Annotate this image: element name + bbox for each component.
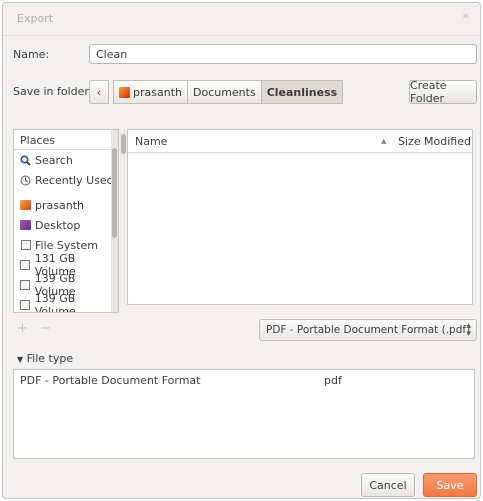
places-header[interactable]: Places xyxy=(14,130,118,150)
home-folder-icon xyxy=(119,86,130,98)
drive-icon xyxy=(20,240,31,251)
filename-input[interactable] xyxy=(89,44,477,64)
remove-bookmark-icon[interactable]: − xyxy=(40,321,51,336)
file-type-extension: pdf xyxy=(324,374,342,387)
column-modified[interactable]: Modified xyxy=(424,135,471,148)
title-bar: Export × xyxy=(3,3,480,36)
places-item-label: File System xyxy=(35,238,98,252)
file-type-name: PDF - Portable Document Format xyxy=(20,374,201,387)
drive-icon xyxy=(20,260,31,271)
places-scrollbar[interactable] xyxy=(111,130,118,312)
file-filter-select[interactable]: PDF - Portable Document Format (.pdf) ▴ ▾ xyxy=(259,319,477,341)
places-header-label: Places xyxy=(20,134,55,147)
places-item-label: Desktop xyxy=(35,218,81,232)
path-segment-label: prasanth xyxy=(133,85,182,99)
drive-icon xyxy=(20,280,31,291)
spin-arrows-icon: ▴ ▾ xyxy=(466,321,471,339)
desktop-icon xyxy=(20,220,31,231)
scrollbar-thumb[interactable] xyxy=(121,134,126,154)
path-bar: ‹ prasanth Documents Cleanliness xyxy=(89,80,344,104)
path-segment-label: Cleanliness xyxy=(266,85,338,99)
name-label: Name: xyxy=(13,48,50,61)
list-item[interactable]: PDF - Portable Document Format pdf xyxy=(14,370,474,390)
column-size[interactable]: Size xyxy=(398,135,421,148)
places-item-search[interactable]: Search xyxy=(14,150,118,170)
chevron-left-icon: ‹ xyxy=(96,85,102,99)
add-bookmark-icon[interactable]: + xyxy=(17,321,28,336)
cancel-button[interactable]: Cancel xyxy=(361,473,415,497)
path-segment-prasanth[interactable]: prasanth xyxy=(113,80,188,104)
places-add-remove: + − xyxy=(17,321,51,336)
file-filter-value: PDF - Portable Document Format (.pdf) xyxy=(266,324,471,336)
create-folder-label: Create Folder xyxy=(410,79,447,105)
file-list-scrollbar[interactable] xyxy=(120,130,127,304)
file-list: Name ▲ Size Modified xyxy=(120,129,473,305)
file-list-header: Name ▲ Size Modified xyxy=(128,130,472,153)
clock-icon xyxy=(20,175,31,186)
places-item-desktop[interactable]: Desktop xyxy=(14,215,118,235)
file-type-expander[interactable]: ▼ File type xyxy=(17,352,73,365)
path-segment-documents[interactable]: Documents xyxy=(186,80,262,104)
cancel-label: Cancel xyxy=(369,478,407,492)
places-item-volume[interactable]: 139 GB Volume xyxy=(14,292,118,313)
save-in-folder-label: Save in folder: xyxy=(13,85,93,98)
places-item-label: Search xyxy=(35,153,73,167)
sort-ascending-icon: ▲ xyxy=(381,137,387,145)
path-segment-label: Documents xyxy=(192,85,256,99)
path-back-button[interactable]: ‹ xyxy=(89,80,109,104)
places-item-label: Recently Used xyxy=(35,173,114,187)
window-title: Export xyxy=(17,12,54,25)
expander-arrow-icon: ▼ xyxy=(17,355,24,364)
file-type-label: File type xyxy=(26,352,74,365)
places-panel: Places Search Recently Used prasanth Des… xyxy=(13,129,119,313)
places-item-label: prasanth xyxy=(35,198,84,212)
places-item-prasanth[interactable]: prasanth xyxy=(14,195,118,215)
home-folder-icon xyxy=(20,200,31,211)
save-label: Save xyxy=(436,478,464,492)
search-icon xyxy=(20,154,31,166)
create-folder-button[interactable]: Create Folder xyxy=(409,79,477,105)
column-name[interactable]: Name xyxy=(135,135,167,148)
path-segment-cleanliness[interactable]: Cleanliness xyxy=(260,80,344,104)
export-dialog: Export × Name: Save in folder: ‹ prasant… xyxy=(2,2,481,499)
close-icon[interactable]: × xyxy=(462,11,470,22)
scrollbar-thumb[interactable] xyxy=(112,148,117,238)
places-item-label: 139 GB Volume xyxy=(34,292,76,313)
places-item-recently-used[interactable]: Recently Used xyxy=(14,170,118,190)
file-type-list: PDF - Portable Document Format pdf xyxy=(13,369,475,459)
drive-icon xyxy=(20,300,31,311)
save-button[interactable]: Save xyxy=(423,473,477,497)
